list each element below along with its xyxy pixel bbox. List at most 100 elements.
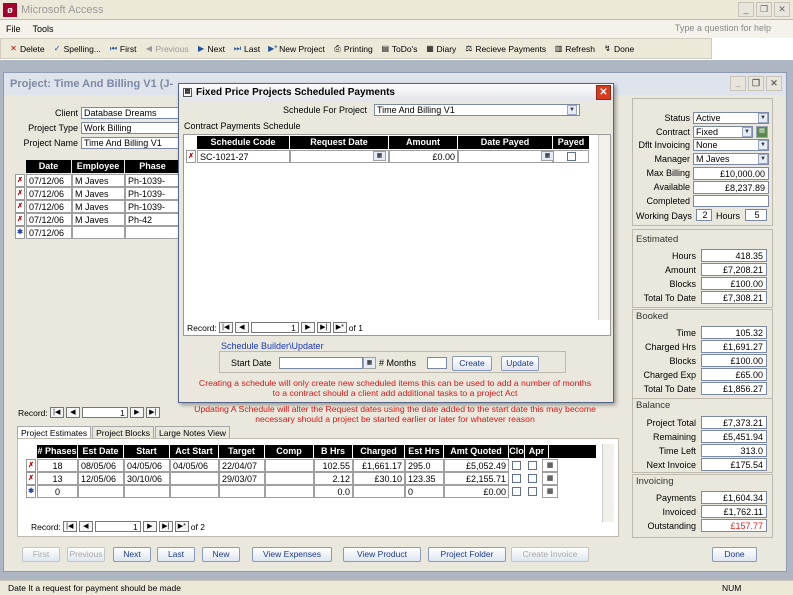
est-header-amt-quoted[interactable]: Amt Quoted [444, 445, 508, 458]
dflt-dropdown-icon[interactable]: ▼ [758, 140, 768, 150]
row-selector-icon[interactable]: ✗ [15, 200, 25, 213]
nav-first-icon[interactable]: |◀ [218, 322, 233, 333]
grid-cell[interactable]: 07/12/06 [26, 226, 72, 239]
new-record-button[interactable]: New [202, 547, 240, 562]
est-cell[interactable]: 12/05/06 [78, 472, 124, 485]
est-cell[interactable]: 30/10/06 [124, 472, 170, 485]
diary-button[interactable]: ▦ Diary [421, 44, 460, 54]
est-cell[interactable]: 295.0 [405, 459, 444, 472]
printing-button[interactable]: ⎙ Printing [329, 44, 377, 54]
sched-header-payed[interactable]: Payed [553, 136, 589, 149]
nav-next-icon[interactable]: ▶ [129, 407, 144, 418]
menu-tools[interactable]: Tools [27, 24, 60, 34]
start-date-calendar-icon[interactable]: ▦ [363, 357, 376, 369]
grid-cell[interactable]: 07/12/06 [26, 213, 72, 226]
est-header-comp[interactable]: Comp [265, 445, 313, 458]
clo-checkbox[interactable] [512, 474, 521, 483]
est-cell[interactable] [219, 485, 265, 498]
minimize-button[interactable]: _ [738, 2, 754, 17]
est-cell[interactable] [170, 472, 219, 485]
est-cell[interactable] [265, 459, 314, 472]
grid-cell[interactable]: Ph-1039- [125, 187, 180, 200]
row-selector-icon[interactable]: ✗ [26, 472, 36, 485]
create-button[interactable]: Create [452, 356, 492, 371]
schedule-for-project-field[interactable]: Time And Billing V1 [374, 104, 580, 116]
record-number-field[interactable]: 1 [94, 521, 141, 532]
est-cell[interactable]: 102.55 [314, 459, 353, 472]
est-header-phases[interactable]: # Phases [37, 445, 77, 458]
grid-cell[interactable] [72, 226, 125, 239]
recieve-payments-button[interactable]: ⚖ Recieve Payments [460, 44, 550, 54]
sched-header-amount[interactable]: Amount [389, 136, 457, 149]
todos-button[interactable]: ▤ ToDo's [377, 44, 422, 54]
grid-cell[interactable]: M Javes [72, 174, 125, 187]
grid-cell[interactable]: M Javes [72, 213, 125, 226]
sched-cell-amount[interactable]: £0.00 [389, 150, 458, 163]
est-cell[interactable] [265, 485, 314, 498]
est-cell[interactable] [124, 485, 170, 498]
est-cell[interactable]: 0 [37, 485, 78, 498]
done-button[interactable]: Done [712, 547, 757, 562]
nav-prev-icon[interactable]: ◀ [234, 322, 249, 333]
estimates-scrollbar[interactable] [602, 444, 614, 522]
project-name-field[interactable]: Time And Billing V1 [81, 137, 181, 149]
view-product-button[interactable]: View Product [343, 547, 421, 562]
est-cell[interactable]: 04/05/06 [124, 459, 170, 472]
first-record-button[interactable]: First [22, 547, 60, 562]
phase-calendar-icon[interactable]: ▦ [542, 485, 558, 498]
est-cell[interactable]: 2.12 [314, 472, 353, 485]
row-selector-icon[interactable]: ✗ [15, 187, 25, 200]
update-button[interactable]: Update [501, 356, 539, 371]
est-cell[interactable] [353, 485, 405, 498]
sched-header-code[interactable]: Schedule Code [197, 136, 289, 149]
close-button[interactable]: ✕ [774, 2, 790, 17]
est-header-charged[interactable]: Charged [353, 445, 404, 458]
est-cell[interactable]: 0 [405, 485, 444, 498]
grid-header-phase[interactable]: Phase [125, 160, 180, 173]
next-record-button[interactable]: Next [113, 547, 151, 562]
est-cell[interactable]: £1,661.17 [353, 459, 405, 472]
grid-cell[interactable] [125, 226, 180, 239]
create-invoice-button[interactable]: Create Invoice [511, 547, 589, 562]
est-cell[interactable] [265, 472, 314, 485]
grid-cell[interactable]: Ph-42 [125, 213, 180, 226]
project-close-button[interactable]: ✕ [766, 76, 782, 91]
nav-last-icon[interactable]: ▶| [316, 322, 331, 333]
record-number-field[interactable]: 1 [81, 407, 128, 418]
est-cell[interactable] [78, 485, 124, 498]
apr-checkbox[interactable] [528, 474, 537, 483]
hours-field[interactable]: 5 [745, 209, 767, 221]
est-cell[interactable]: 18 [37, 459, 78, 472]
contract-dropdown-icon[interactable]: ▼ [742, 127, 752, 137]
clo-checkbox[interactable] [512, 461, 521, 470]
done-button-toolbar[interactable]: ↯ Done [599, 44, 638, 54]
est-cell[interactable]: 08/05/06 [78, 459, 124, 472]
payed-checkbox[interactable] [567, 152, 576, 161]
nav-new-icon[interactable]: ▶* [332, 322, 347, 333]
est-header-clo[interactable]: Clo [509, 445, 524, 458]
client-field[interactable]: Database Dreams [81, 107, 181, 119]
est-header-est-hrs[interactable]: Est Hrs [405, 445, 443, 458]
nav-next-icon[interactable]: ▶ [142, 521, 157, 532]
grid-cell[interactable]: Ph-1039- [125, 174, 180, 187]
dialog-close-icon[interactable]: ✕ [596, 85, 611, 100]
grid-cell[interactable]: 07/12/06 [26, 187, 72, 200]
nav-last-icon[interactable]: ▶| [158, 521, 173, 532]
sched-header-date-payed[interactable]: Date Payed [458, 136, 552, 149]
est-cell[interactable]: 123.35 [405, 472, 444, 485]
apr-checkbox[interactable] [528, 487, 537, 496]
record-number-field[interactable]: 1 [250, 322, 299, 333]
nav-new-icon[interactable]: ▶* [174, 521, 189, 532]
request-date-calendar-icon[interactable]: ▦ [373, 151, 386, 161]
project-type-field[interactable]: Work Billing [81, 122, 181, 134]
est-cell[interactable]: 04/05/06 [170, 459, 219, 472]
nav-prev-icon[interactable]: ◀ [78, 521, 93, 532]
project-maximize-button[interactable]: ❐ [748, 76, 764, 91]
months-input[interactable] [427, 357, 447, 369]
schedule-dropdown-icon[interactable]: ▼ [567, 105, 577, 115]
grid-cell[interactable]: 07/12/06 [26, 174, 72, 187]
maximize-button[interactable]: ❐ [756, 2, 772, 17]
project-minimize-button[interactable]: _ [730, 76, 746, 91]
working-days-field[interactable]: 2 [696, 209, 712, 221]
est-header-est-date[interactable]: Est Date [78, 445, 123, 458]
